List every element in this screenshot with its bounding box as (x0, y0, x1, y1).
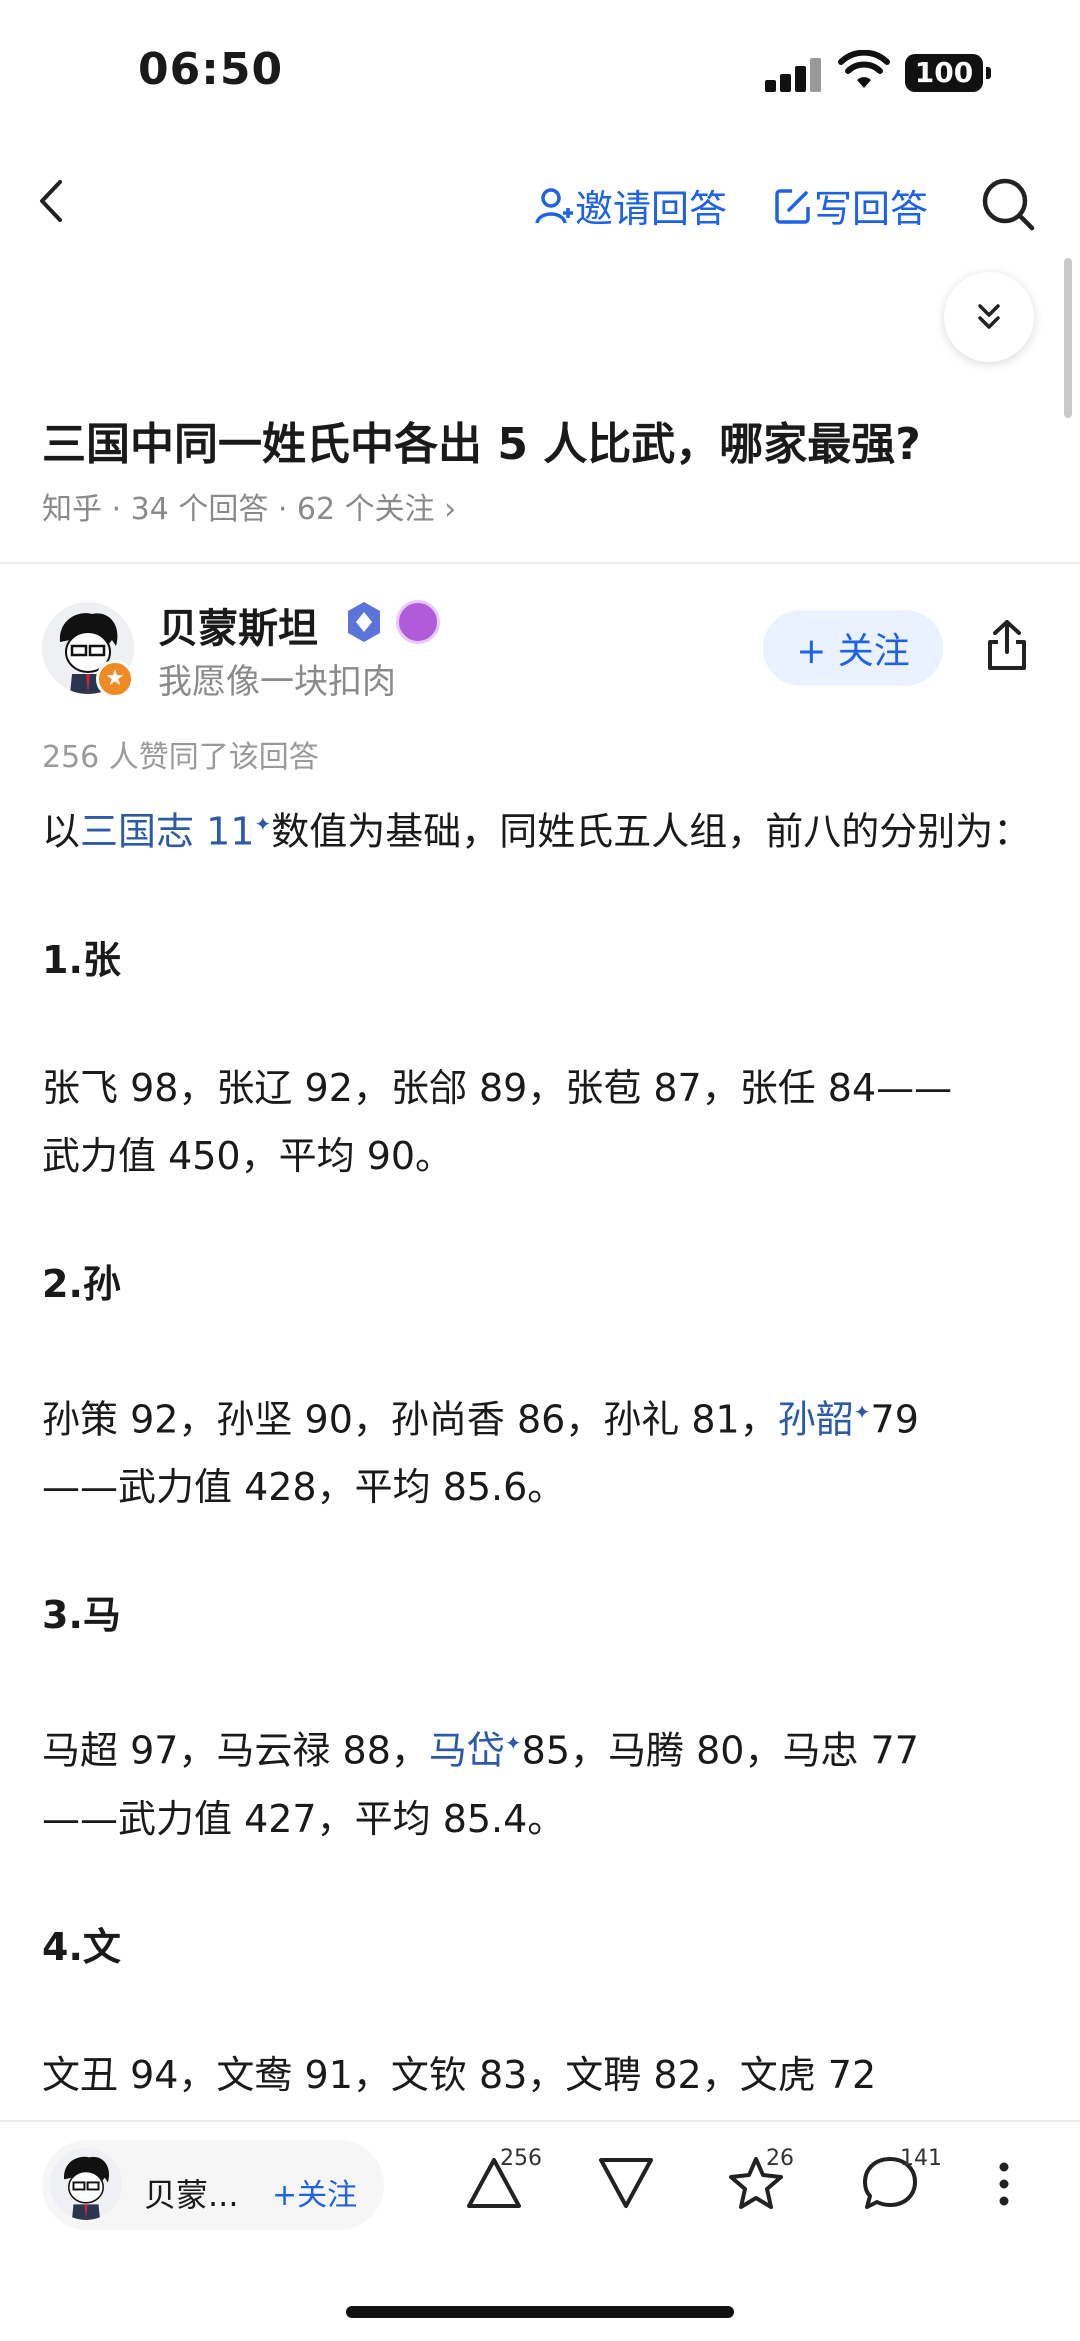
keyword-link[interactable]: 三国志 11 (80, 810, 254, 854)
upvote-summary: 256 人赞同了该回答 (42, 740, 319, 775)
upvote-count: 256 (500, 2146, 542, 2171)
sparkle-icon: ✦ (254, 812, 272, 836)
section-heading: 1.张 (42, 937, 121, 982)
more-options-icon[interactable] (984, 2152, 1024, 2216)
share-icon[interactable] (982, 618, 1032, 676)
divider (0, 562, 1080, 564)
scrollbar[interactable] (1064, 258, 1072, 418)
follow-button[interactable]: + 关注 (763, 610, 943, 686)
section-line: 孙策 92，孙坚 90，孙尚香 86，孙礼 81，孙韶✦79 (42, 1378, 1042, 1454)
mini-follow-button[interactable]: +关注 (272, 2170, 357, 2214)
mini-author-name[interactable]: 贝蒙... (144, 2170, 239, 2216)
comment-count: 141 (900, 2146, 942, 2171)
author-bio: 我愿像一块扣肉 (158, 662, 396, 702)
home-indicator[interactable] (346, 2306, 734, 2318)
write-answer-label: 写回答 (814, 187, 929, 231)
invite-user-icon (535, 187, 573, 224)
question-title[interactable]: 三国中同一姓氏中各出 5 人比武，哪家最强? (42, 408, 1042, 472)
author-name[interactable]: 贝蒙斯坦 (158, 596, 318, 654)
wifi-icon (838, 49, 890, 94)
sparkle-icon: ✦ (504, 1731, 522, 1756)
star-badge-icon: ★ (96, 660, 134, 698)
edit-icon (775, 188, 810, 224)
sparkle-icon: ✦ (853, 1399, 871, 1424)
answer-content: 以三国志 11✦数值为基础，同姓氏五人组，前八的分别为： 1.张 张飞 98，张… (42, 790, 1042, 2169)
section-body: 文丑 94，文鸯 91，文钦 83，文聘 82，文虎 72 (42, 2041, 1042, 2109)
status-time: 06:50 (138, 44, 284, 95)
downvote-button[interactable] (594, 2150, 658, 2216)
section-line: 张飞 98，张辽 92，张郃 89，张苞 87，张任 84—— (42, 1065, 953, 1110)
verified-icon (342, 600, 386, 648)
battery-icon: 100 (905, 54, 991, 92)
double-chevron-down-icon (978, 304, 1000, 329)
section-heading: 2.孙 (42, 1261, 121, 1306)
medal-icon (396, 600, 440, 644)
section-line-text: 79 (870, 1397, 919, 1442)
section-line: 文丑 94，文鸯 91，文钦 83，文聘 82，文虎 72 (42, 2052, 877, 2097)
keyword-link[interactable]: 孙韶 (778, 1397, 854, 1441)
section-line-text: 85，马腾 80，马忠 77 (521, 1728, 919, 1773)
intro-text: 以 (42, 809, 81, 854)
question-meta[interactable]: 知乎 · 34 个回答 · 62 个关注 › (42, 484, 456, 528)
section-heading: 4.文 (42, 1924, 121, 1969)
section-line: 武力值 450，平均 90。 (42, 1133, 454, 1178)
intro-text-rest: 数值为基础，同姓氏五人组，前八的分别为： (271, 809, 1032, 854)
section-line: ——武力值 427，平均 85.4。 (42, 1796, 566, 1841)
favorite-count: 26 (766, 2146, 794, 2171)
back-button[interactable] (36, 176, 66, 230)
invite-answer-button[interactable]: 邀请回答 (533, 178, 727, 233)
signal-icon (765, 56, 825, 92)
section-line-text: 孙策 92，孙坚 90，孙尚香 86，孙礼 81， (42, 1397, 778, 1442)
write-answer-button[interactable]: 写回答 (772, 178, 928, 233)
section-line: 马超 97，马云禄 88，马岱✦85，马腾 80，马忠 77 (42, 1709, 1042, 1785)
downvote-triangle-icon (599, 2158, 653, 2208)
section-body: 马超 97，马云禄 88，马岱✦85，马腾 80，马忠 77 ——武力值 427… (42, 1709, 1042, 1853)
section-body: 孙策 92，孙坚 90，孙尚香 86，孙礼 81，孙韶✦79 ——武力值 428… (42, 1378, 1042, 1522)
invite-answer-label: 邀请回答 (575, 187, 728, 231)
collapse-chevron-button[interactable] (944, 272, 1034, 362)
mini-avatar[interactable] (50, 2148, 122, 2220)
search-icon[interactable] (980, 176, 1036, 236)
section-line: ——武力值 428，平均 85.6。 (42, 1465, 566, 1510)
keyword-link[interactable]: 马岱 (429, 1729, 505, 1773)
section-heading: 3.马 (42, 1593, 121, 1638)
section-body: 张飞 98，张辽 92，张郃 89，张苞 87，张任 84—— 武力值 450，… (42, 1054, 1042, 1190)
section-line-text: 马超 97，马云禄 88， (42, 1728, 429, 1773)
answer-intro: 以三国志 11✦数值为基础，同姓氏五人组，前八的分别为： (42, 790, 1042, 866)
